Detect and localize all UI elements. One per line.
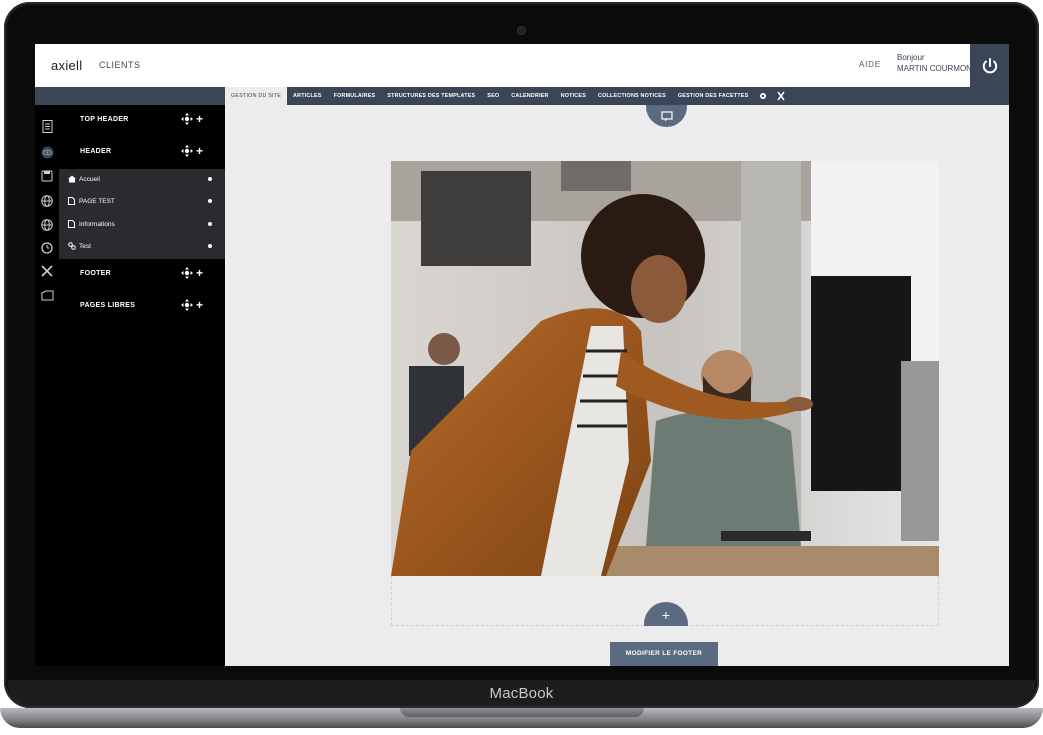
page-status-dot: [208, 199, 212, 203]
move-icon[interactable]: [181, 145, 193, 157]
add-icon[interactable]: +: [196, 267, 203, 279]
help-link[interactable]: AIDE: [859, 60, 881, 69]
page-item-page-test[interactable]: PAGE TEST: [68, 192, 218, 210]
section-label: TOP HEADER: [80, 116, 129, 123]
section-label: FOOTER: [80, 270, 111, 277]
camera-icon: [518, 27, 525, 34]
top-bar: axiell CLIENTS AIDE Bonjour MARTIN COURM…: [35, 44, 1009, 87]
move-icon[interactable]: [181, 267, 193, 279]
tab-calendrier[interactable]: CALENDRIER: [505, 87, 554, 105]
section-label: PAGES LIBRES: [80, 302, 136, 309]
tools-icon[interactable]: [39, 263, 55, 279]
page-status-dot: [208, 222, 212, 226]
page-label: Test: [79, 242, 91, 250]
edit-block-icon: [660, 110, 673, 121]
page-item-informations[interactable]: Informations: [68, 215, 218, 233]
globe-icon[interactable]: [39, 193, 55, 209]
laptop-base-notch: [400, 708, 644, 717]
document-icon[interactable]: [39, 118, 55, 134]
page-label: Informations: [79, 220, 115, 228]
settings-cog-icon[interactable]: [754, 87, 772, 105]
home-icon: [68, 175, 76, 183]
page-icon: [68, 220, 76, 228]
section-top-header[interactable]: TOP HEADER +: [59, 105, 225, 137]
tab-gestion-du-site[interactable]: GESTION DU SITE: [225, 87, 288, 105]
page-list: Accueil PAGE TEST Informations Test: [59, 169, 225, 259]
add-icon[interactable]: +: [196, 299, 203, 311]
tools-icon[interactable]: [772, 87, 790, 105]
tab-formulaires[interactable]: FORMULAIRES: [328, 87, 382, 105]
save-icon[interactable]: [39, 168, 55, 184]
add-icon[interactable]: +: [196, 113, 203, 125]
page-item-test[interactable]: Test: [68, 237, 218, 255]
page-label: PAGE TEST: [79, 197, 115, 205]
globe-icon[interactable]: [39, 217, 55, 233]
clock-icon[interactable]: [39, 240, 55, 256]
section-pages-libres[interactable]: PAGES LIBRES +: [59, 291, 225, 323]
page-label: Accueil: [79, 175, 100, 183]
tab-articles[interactable]: ARTICLES: [287, 87, 328, 105]
page-status-dot: [208, 177, 212, 181]
edit-header-button[interactable]: [646, 105, 687, 127]
logout-button[interactable]: [970, 44, 1009, 87]
clients-link[interactable]: CLIENTS: [99, 60, 141, 70]
page-icon: [68, 197, 76, 205]
add-icon[interactable]: +: [196, 145, 203, 157]
main-nav: GESTION DU SITE ARTICLES FORMULAIRES STR…: [35, 87, 1009, 105]
power-icon: [982, 57, 997, 73]
eye-icon[interactable]: [39, 144, 55, 160]
move-icon[interactable]: [181, 299, 193, 311]
folder-icon[interactable]: [39, 287, 55, 303]
page-status-dot: [208, 244, 212, 248]
greeting-text: Bonjour: [897, 53, 925, 62]
page-item-accueil[interactable]: Accueil: [68, 170, 218, 188]
tab-gestion-des-facettes[interactable]: GESTION DES FACETTES: [672, 87, 755, 105]
structure-panel: TOP HEADER + HEADER + Accueil PAGE TEST …: [59, 105, 225, 666]
hero-image: [391, 161, 939, 576]
tab-collections-notices[interactable]: COLLECTIONS NOTICES: [592, 87, 672, 105]
device-brand: MacBook: [489, 685, 554, 702]
office-photo: [391, 161, 939, 576]
tab-notices[interactable]: NOTICES: [555, 87, 592, 105]
section-label: HEADER: [80, 148, 112, 155]
tab-seo[interactable]: SEO: [481, 87, 505, 105]
section-header[interactable]: HEADER +: [59, 137, 225, 169]
tab-structures-des-templates[interactable]: STRUCTURES DES TEMPLATES: [381, 87, 481, 105]
section-footer[interactable]: FOOTER +: [59, 259, 225, 291]
user-greeting[interactable]: Bonjour MARTIN COURMONT: [897, 52, 977, 74]
icon-sidebar: [35, 105, 59, 666]
app-screen: axiell CLIENTS AIDE Bonjour MARTIN COURM…: [35, 44, 1009, 666]
user-name: MARTIN COURMONT: [897, 64, 977, 73]
edit-footer-button[interactable]: MODIFIER LE FOOTER: [610, 642, 718, 666]
move-icon[interactable]: [181, 113, 193, 125]
axiell-logo[interactable]: axiell: [51, 58, 82, 73]
link-icon: [68, 242, 76, 250]
